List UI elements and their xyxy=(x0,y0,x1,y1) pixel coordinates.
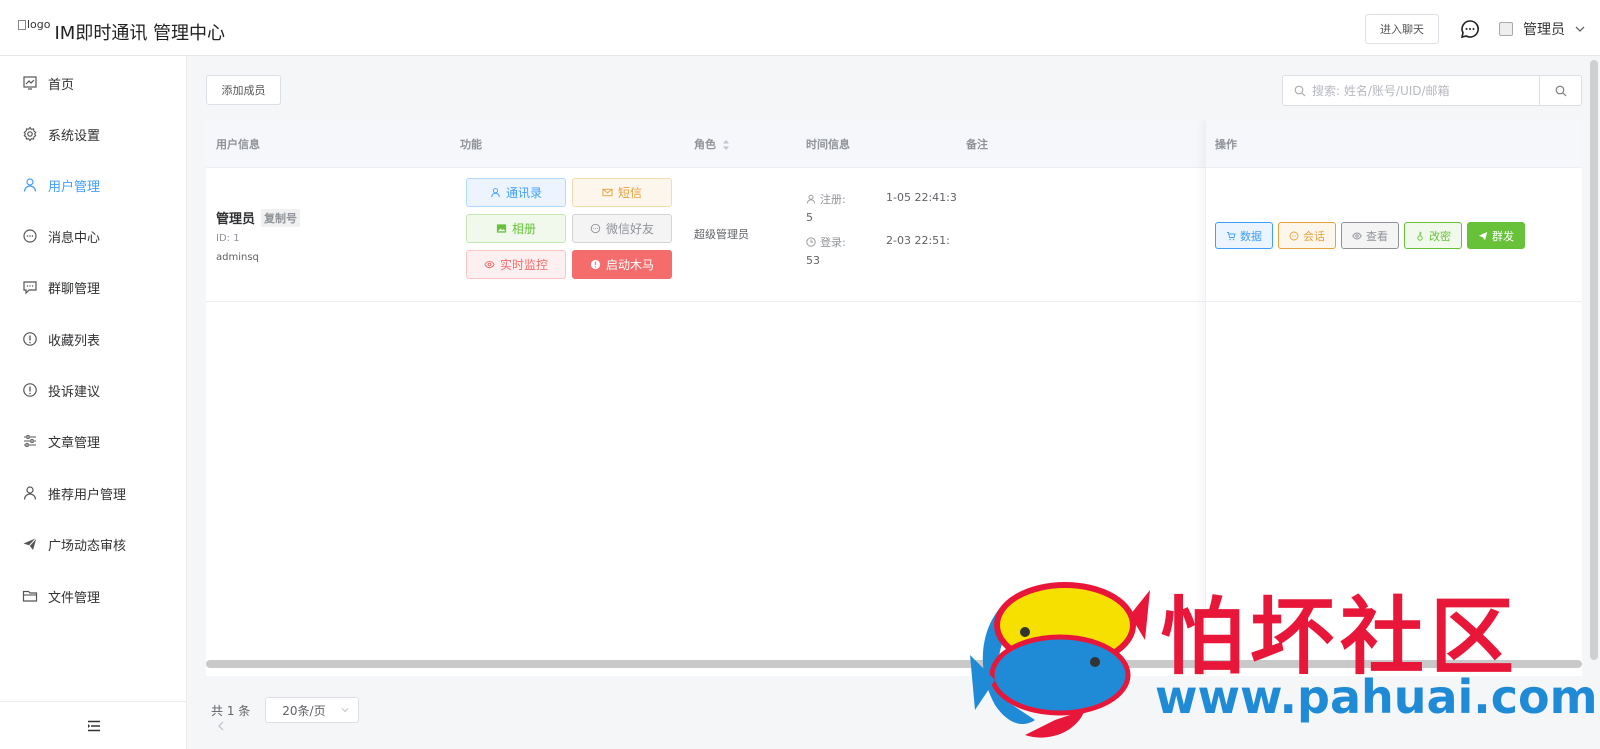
launch-trojan-button[interactable]: 启动木马 xyxy=(572,250,672,279)
header-functions: 功能 xyxy=(460,138,482,151)
logo[interactable]: logo IM即时通讯 管理中心 xyxy=(18,18,225,45)
register-time: 1-05 22:41:3 xyxy=(886,191,957,204)
live-monitor-button[interactable]: 实时监控 xyxy=(466,250,566,279)
clock-icon xyxy=(806,237,816,247)
user-icon xyxy=(23,486,37,500)
menu-fold-icon xyxy=(87,720,100,731)
warning-icon xyxy=(590,259,601,270)
login-time: 2-03 22:51: xyxy=(886,234,950,247)
avatar xyxy=(1499,22,1513,36)
enter-chat-button[interactable]: 进入聊天 xyxy=(1365,14,1439,44)
register-time-cont: 5 xyxy=(806,211,813,224)
gear-icon xyxy=(23,126,37,142)
login-time-cont: 53 xyxy=(806,254,820,267)
header-remark: 备注 xyxy=(966,138,988,151)
login-label: 登录: xyxy=(806,234,846,250)
sidebar-item-messages[interactable]: 消息中心 xyxy=(0,216,187,256)
user-icon xyxy=(491,188,500,198)
chevron-down-icon xyxy=(1575,26,1585,32)
sidebar-item-label: 广场动态审核 xyxy=(48,538,127,554)
sidebar-item-settings[interactable]: 系统设置 xyxy=(0,114,187,154)
sidebar-item-label: 消息中心 xyxy=(48,230,101,246)
header-time-info: 时间信息 xyxy=(806,138,850,151)
search-button[interactable] xyxy=(1539,76,1581,105)
sidebar-item-label: 文件管理 xyxy=(48,590,101,606)
album-button[interactable]: 相册 xyxy=(466,214,566,243)
search-input[interactable]: 搜索: 姓名/账号/UID/邮箱 xyxy=(1312,82,1539,99)
pagination: 共 1 条 20条/页 xyxy=(211,697,360,723)
sliders-icon xyxy=(24,435,36,447)
eye-icon xyxy=(484,260,495,269)
group-chat-icon xyxy=(23,281,37,295)
wechat-friends-button[interactable]: 微信好友 xyxy=(572,214,672,243)
watermark: 怕坏社区 www.pahuai.com xyxy=(965,570,1598,745)
send-icon xyxy=(23,537,37,550)
register-label: 注册: xyxy=(806,191,846,207)
user-account: adminsq xyxy=(216,252,259,263)
sidebar-item-label: 用户管理 xyxy=(48,179,101,195)
admin-menu[interactable]: 管理员 xyxy=(1499,19,1587,39)
user-icon xyxy=(23,178,37,192)
sidebar-item-favorites[interactable]: 收藏列表 xyxy=(0,319,187,359)
chat-bubble-icon[interactable] xyxy=(1460,19,1480,39)
sidebar-item-label: 首页 xyxy=(48,77,75,93)
sidebar-item-square-review[interactable]: 广场动态审核 xyxy=(0,524,187,564)
chart-icon xyxy=(23,76,37,90)
page-size-select[interactable]: 20条/页 xyxy=(265,697,360,723)
sidebar-item-home[interactable]: 首页 xyxy=(0,63,187,103)
sidebar-item-users[interactable]: 用户管理 xyxy=(0,165,187,205)
fish-logo xyxy=(970,582,1150,738)
sidebar-collapse-toggle[interactable] xyxy=(0,701,187,749)
user-icon xyxy=(806,194,816,204)
copy-id-button[interactable]: 复制号 xyxy=(261,208,301,227)
user-role: 超级管理员 xyxy=(694,228,749,241)
sidebar-item-label: 群聊管理 xyxy=(48,281,101,297)
mail-icon xyxy=(602,188,613,197)
sidebar-item-label: 文章管理 xyxy=(48,435,101,451)
sidebar-item-articles[interactable]: 文章管理 xyxy=(0,421,187,461)
header-user-info: 用户信息 xyxy=(216,138,260,151)
sidebar-item-label: 投诉建议 xyxy=(48,384,101,400)
vertical-scrollbar[interactable] xyxy=(1590,60,1598,660)
top-header: logo IM即时通讯 管理中心 进入聊天 管理员 xyxy=(0,0,1600,56)
watermark-url: www.pahuai.com xyxy=(1155,670,1598,724)
chat-icon xyxy=(590,223,601,234)
sidebar-item-group-chat[interactable]: 群聊管理 xyxy=(0,267,187,307)
user-name: 管理员 复制号 xyxy=(216,208,301,227)
sidebar: 首页 系统设置 用户管理 消息中心 群聊管理 收藏列表 投诉建议 文章管理 推荐… xyxy=(0,56,187,749)
image-icon xyxy=(496,224,507,233)
logo-image: logo xyxy=(18,18,51,31)
search-icon xyxy=(1294,85,1306,96)
info-icon xyxy=(23,383,37,397)
sms-button[interactable]: 短信 xyxy=(572,178,672,207)
chevron-down-icon xyxy=(341,708,349,713)
admin-name: 管理员 xyxy=(1523,22,1565,38)
header-role[interactable]: 角色 xyxy=(694,136,730,152)
sidebar-item-complaints[interactable]: 投诉建议 xyxy=(0,370,187,410)
app-title: IM即时通讯 管理中心 xyxy=(54,23,226,44)
prev-page-icon[interactable] xyxy=(215,720,227,732)
chat-icon xyxy=(23,229,37,243)
search-box: 搜索: 姓名/账号/UID/邮箱 xyxy=(1282,75,1582,106)
total-count: 共 1 条 xyxy=(211,703,251,718)
sidebar-item-label: 收藏列表 xyxy=(48,333,101,349)
sort-icon[interactable] xyxy=(722,139,730,151)
folder-icon xyxy=(22,590,38,602)
contacts-button[interactable]: 通讯录 xyxy=(466,178,566,207)
search-icon xyxy=(1555,85,1566,96)
sidebar-item-recommended-users[interactable]: 推荐用户管理 xyxy=(0,473,187,513)
sidebar-item-label: 系统设置 xyxy=(48,128,101,144)
sidebar-item-files[interactable]: 文件管理 xyxy=(0,576,187,616)
info-icon xyxy=(23,332,37,346)
sidebar-item-label: 推荐用户管理 xyxy=(48,487,127,503)
user-id: ID: 1 xyxy=(216,233,240,244)
add-member-button[interactable]: 添加成员 xyxy=(206,75,281,105)
